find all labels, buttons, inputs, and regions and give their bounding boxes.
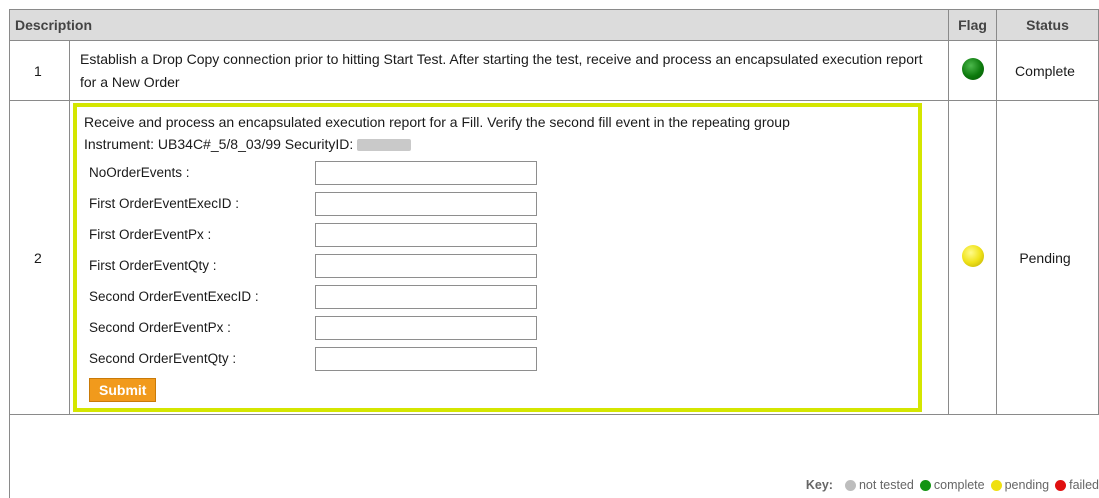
first-order-event-px-input[interactable] — [315, 222, 537, 247]
step-description: Receive and process an encapsulated exec… — [84, 114, 790, 130]
failed-dot-icon — [1055, 479, 1067, 491]
form-row: Second OrderEventExecID : — [84, 281, 910, 312]
submit-button[interactable]: Submit — [89, 378, 157, 402]
flag-cell — [948, 40, 998, 101]
first-order-event-exec-id-input[interactable] — [315, 191, 537, 216]
step-description: Establish a Drop Copy connection prior t… — [68, 40, 950, 101]
field-label: NoOrderEvents : — [89, 164, 190, 180]
table-row: 1 Establish a Drop Copy connection prior… — [9, 40, 1099, 101]
highlighted-step-box: Receive and process an encapsulated exec… — [73, 103, 923, 412]
form-row: First OrderEventQty : — [84, 250, 910, 281]
step-number: 1 — [9, 40, 70, 101]
step-form: NoOrderEvents : First OrderEventExecID :… — [84, 157, 910, 402]
field-label: Second OrderEventExecID : — [89, 288, 259, 304]
form-row: First OrderEventPx : — [84, 219, 910, 250]
header-flag: Flag — [948, 9, 998, 41]
table-row: 2 Receive and process an encapsulated ex… — [9, 100, 1099, 415]
instrument-line: Instrument: UB34C#_5/8_03/99 SecurityID: — [84, 133, 910, 155]
form-row: First OrderEventExecID : — [84, 188, 910, 219]
table-header-row: Description Flag Status — [8, 9, 1099, 41]
step-number: 2 — [9, 100, 70, 415]
flag-cell — [948, 100, 998, 415]
first-order-event-qty-input[interactable] — [315, 253, 537, 278]
test-steps-table: Description Flag Status 1 Establish a Dr… — [8, 9, 1099, 415]
key-item-label: not tested — [858, 478, 914, 492]
complete-dot-icon — [919, 479, 931, 491]
no-order-events-input[interactable] — [315, 160, 537, 185]
status-text: Complete — [996, 40, 1099, 101]
instrument-label: Instrument: UB34C#_5/8_03/99 SecurityID: — [84, 136, 354, 152]
status-complete-icon — [961, 58, 984, 80]
field-label: Second OrderEventPx : — [89, 319, 231, 335]
pending-dot-icon — [990, 479, 1002, 491]
field-label: First OrderEventPx : — [89, 226, 212, 242]
header-status: Status — [996, 9, 1099, 41]
field-label: First OrderEventQty : — [89, 257, 217, 273]
key-label: Key: — [805, 478, 833, 492]
status-pending-icon — [961, 245, 984, 267]
status-key-legend: Key: not tested complete pending failed — [806, 472, 1099, 498]
form-row: Second OrderEventQty : — [84, 343, 910, 374]
not-tested-dot-icon — [844, 479, 856, 491]
redacted-security-id — [357, 139, 412, 152]
form-row: Second OrderEventPx : — [84, 312, 910, 343]
second-order-event-qty-input[interactable] — [315, 346, 537, 371]
header-description: Description — [8, 9, 950, 41]
second-order-event-exec-id-input[interactable] — [315, 284, 537, 309]
step-description-cell: Receive and process an encapsulated exec… — [68, 100, 950, 415]
field-label: Second OrderEventQty : — [89, 350, 237, 366]
second-order-event-px-input[interactable] — [315, 315, 537, 340]
status-text: Pending — [996, 100, 1099, 415]
key-item-label: failed — [1069, 478, 1099, 492]
key-item-label: complete — [933, 478, 985, 492]
field-label: First OrderEventExecID : — [89, 195, 240, 211]
form-row: NoOrderEvents : — [84, 157, 910, 188]
key-item-label: pending — [1004, 478, 1050, 492]
